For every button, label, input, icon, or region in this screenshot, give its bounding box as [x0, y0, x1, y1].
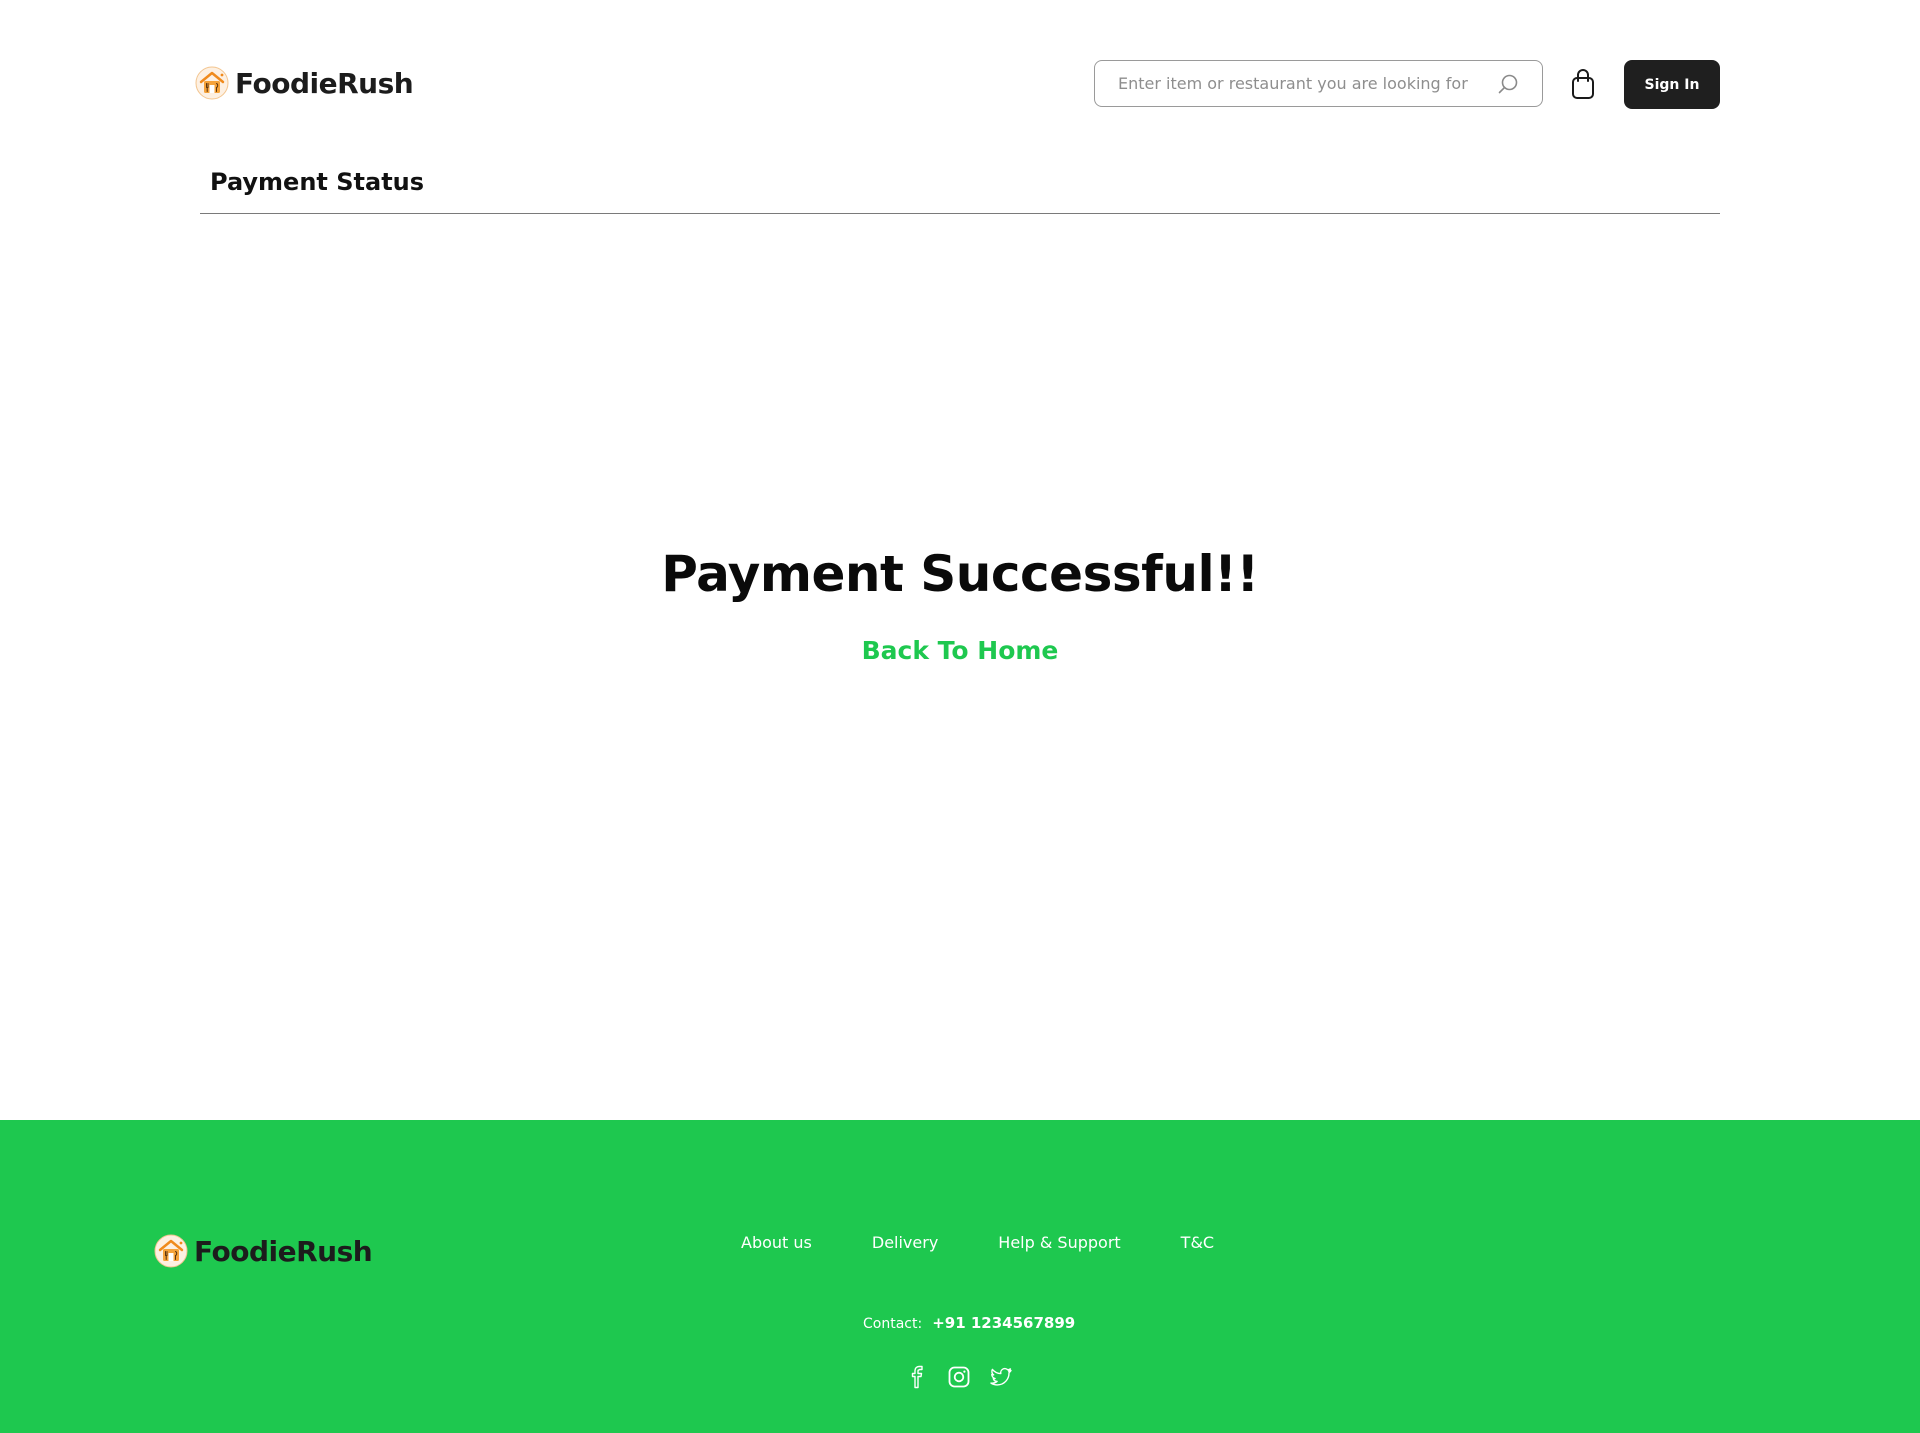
search-bar: [1094, 60, 1543, 107]
contact-label: Contact:: [863, 1316, 923, 1332]
search-icon[interactable]: [1496, 72, 1520, 96]
contact-row: Contact: +91 1234567899: [863, 1314, 1075, 1332]
restaurant-house-logo-icon: [195, 66, 229, 100]
footer-brand-name: FoodieRush: [194, 1234, 373, 1268]
footer-link-help-support[interactable]: Help & Support: [998, 1233, 1120, 1252]
footer-link-delivery[interactable]: Delivery: [872, 1233, 938, 1252]
restaurant-house-logo-icon: [154, 1234, 188, 1268]
payment-success-heading: Payment Successful!!: [661, 545, 1259, 603]
search-input[interactable]: [1118, 74, 1488, 93]
back-to-home-link[interactable]: Back To Home: [862, 636, 1059, 665]
twitter-icon[interactable]: [989, 1365, 1013, 1389]
social-links: [905, 1365, 1013, 1389]
brand-name: FoodieRush: [235, 66, 414, 100]
footer-nav: About us Delivery Help & Support T&C: [741, 1233, 1214, 1252]
sign-in-button[interactable]: Sign In: [1624, 60, 1720, 109]
shopping-bag-icon[interactable]: [1570, 68, 1596, 100]
title-divider: [200, 213, 1720, 214]
instagram-icon[interactable]: [947, 1365, 971, 1389]
page-title: Payment Status: [210, 168, 425, 196]
header-brand-logo-link[interactable]: FoodieRush: [195, 66, 414, 100]
footer-link-terms[interactable]: T&C: [1181, 1233, 1214, 1252]
back-home-wrapper: Back To Home: [0, 636, 1920, 665]
facebook-icon[interactable]: [905, 1365, 929, 1389]
site-header: FoodieRush Sign In: [0, 0, 1920, 170]
contact-phone-link[interactable]: +91 1234567899: [932, 1314, 1075, 1332]
footer-link-about-us[interactable]: About us: [741, 1233, 812, 1252]
site-footer: FoodieRush About us Delivery Help & Supp…: [0, 1120, 1920, 1433]
footer-brand-logo-link[interactable]: FoodieRush: [154, 1234, 373, 1268]
